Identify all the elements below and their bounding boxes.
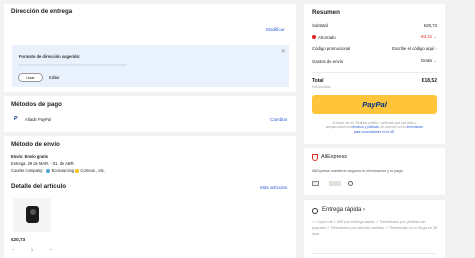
courier-prefix: Courier company: (11, 168, 44, 173)
quantity-value: 1 (30, 247, 34, 252)
change-payment-link[interactable]: Cambiar (270, 117, 287, 122)
more-items-link[interactable]: Más artículos (260, 185, 287, 190)
saved-icon (312, 35, 316, 40)
courier-2-icon (75, 168, 80, 173)
subtotal-value: €20,73 (423, 23, 437, 28)
total-row: Total €18,52 (312, 78, 437, 84)
paypal-button[interactable]: PayPal (312, 95, 437, 114)
shipping-cost-value: Gratis (420, 58, 433, 63)
courier-2: Correos , etc. (80, 168, 105, 173)
trust-text: AliExpress mantiene seguros tu informaci… (312, 169, 403, 173)
card-logo-secure (348, 181, 353, 186)
edit-address-link[interactable]: Editar (49, 75, 60, 80)
modify-address-link[interactable]: Modificar (266, 27, 285, 32)
total-label: Total (312, 78, 324, 84)
legal-line-2: aceptas todos los (325, 125, 351, 130)
payment-title: Métodos de pago (11, 101, 62, 108)
promo-label: Código promocional (312, 46, 351, 51)
paypal-button-label: PayPal (362, 100, 387, 109)
fast-delivery-card: Entrega rápida › ✓ Cupón de 1,00€ por en… (304, 200, 445, 258)
shipping-cost-label: Gastos de envío (312, 58, 344, 64)
benefit-3: Reembolso por artículo dañado (331, 226, 385, 230)
saved-value: -€2,21 (420, 34, 433, 39)
address-format-tip: Formato de dirección sugerido: × Usar Ed… (12, 45, 289, 87)
saved-row[interactable]: Ahorrado -€2,21 ⌄ (312, 34, 437, 40)
total-sub: IVA incluido (312, 85, 331, 89)
saved-label: Ahorrado (318, 34, 336, 40)
trust-title: AliExpress (321, 154, 347, 160)
promo-input[interactable]: Escribe el código aquí (392, 46, 434, 51)
subtotal-row: Subtotal €20,73 (312, 23, 437, 28)
items-title: Detalle del artículo (11, 183, 67, 190)
increase-button[interactable]: + (50, 247, 52, 252)
chevron-right-icon: › (363, 207, 366, 213)
close-icon[interactable]: × (281, 49, 285, 55)
courier-line: Courier company: Ecosourcing Correos , e… (11, 168, 105, 173)
summary-title: Resumen (312, 9, 340, 16)
total-value: €18,52 (421, 78, 437, 84)
shipping-delivery-date: Entrega: 29 de MAR. - 01. de ABR. (11, 161, 75, 166)
legal-text: Al hacer clic en 'Realizar pedido', conf… (310, 121, 439, 134)
subtotal-label: Subtotal (312, 23, 328, 28)
delivery-card: Dirección de entrega Modificar Formato d… (4, 4, 296, 92)
add-paypal-link[interactable]: Añadir PayPal (25, 117, 51, 122)
quantity-stepper[interactable]: − 1 + (12, 245, 52, 254)
product-lens (30, 209, 36, 215)
shipping-card: Método de envío Envío: Envío gratis Entr… (4, 136, 296, 258)
fast-title[interactable]: Entrega rápida › (322, 207, 365, 213)
summary-card: Resumen Subtotal €20,73 Ahorrado -€2,21 … (304, 4, 445, 144)
card-logo-visa (312, 181, 319, 186)
delivery-title: Dirección de entrega (11, 8, 73, 15)
shipping-cost-row: Gastos de envío Gratis ⌄ (312, 58, 437, 64)
use-address-button[interactable]: Usar (18, 73, 43, 82)
card-logo-mastercard (329, 181, 341, 186)
payment-card: Métodos de pago P Añadir PayPal Cambiar (4, 96, 296, 132)
shipping-free: Envío: Envío gratis (11, 154, 49, 159)
chevron-down-icon: ⌄ (433, 34, 437, 39)
chevron-down-icon: ⌄ (433, 58, 437, 63)
info-link[interactable]: información (407, 125, 423, 129)
shipping-title: Método de envío (11, 141, 60, 148)
promo-row[interactable]: Código promocional Escribe el código aqu… (312, 46, 437, 51)
trust-card: AliExpress AliExpress mantiene seguros t… (304, 148, 445, 195)
courier-1: Ecosourcing (51, 168, 75, 173)
summary-divider (312, 72, 437, 73)
product-image[interactable] (13, 198, 51, 232)
item-price: €20,73 (11, 237, 26, 242)
fast-divider (312, 253, 437, 254)
shield-icon (312, 154, 318, 161)
courier-1-icon (46, 168, 51, 173)
legal-line-4[interactable]: para consumidores en la UE. (354, 130, 395, 134)
fast-benefits: ✓ Cupón de 1,00€ por entrega tardía ✓ Re… (312, 219, 440, 237)
clock-icon (312, 208, 318, 214)
fast-title-label: Entrega rápida (322, 207, 362, 213)
decrease-button[interactable]: − (12, 247, 14, 252)
tip-title: Formato de dirección sugerido: (19, 54, 81, 59)
chevron-right-icon: › (435, 46, 437, 51)
tip-address-placeholder (19, 64, 127, 66)
paypal-icon: P (14, 116, 18, 122)
benefit-1: Cupón de 1,00€ por entrega tardía (316, 220, 375, 224)
